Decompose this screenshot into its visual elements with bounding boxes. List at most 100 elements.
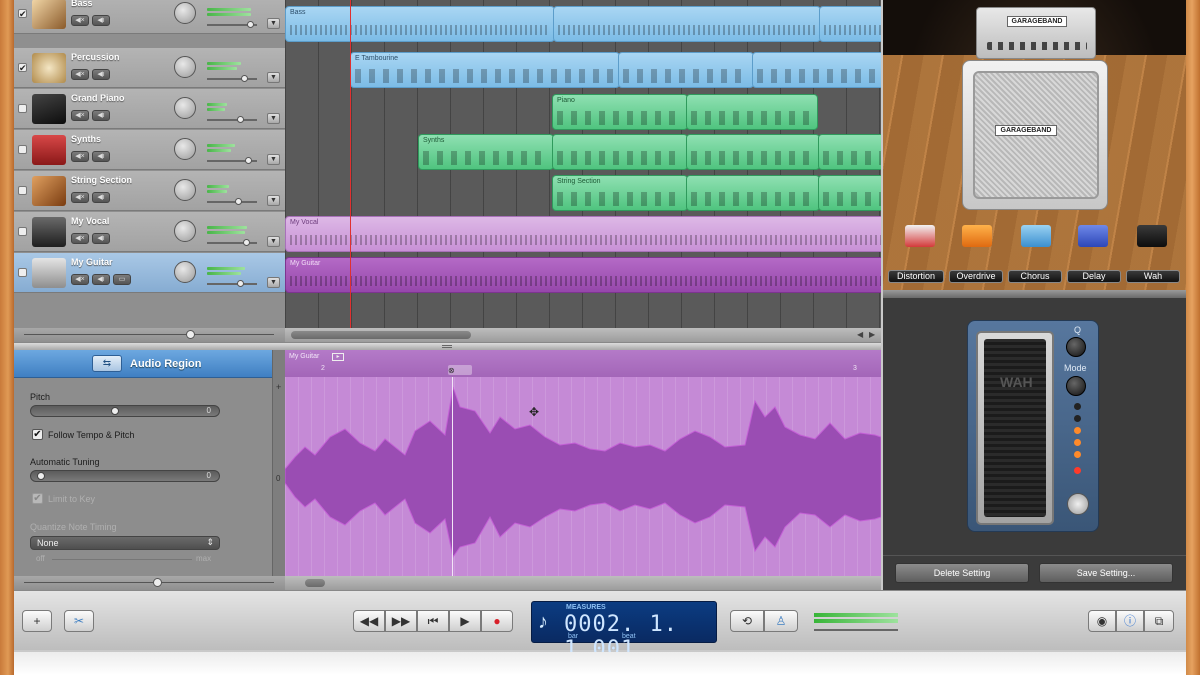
pitch-slider[interactable]: 0 bbox=[30, 405, 220, 417]
region-bass[interactable] bbox=[819, 6, 881, 42]
region-synths[interactable] bbox=[686, 134, 820, 170]
region-bass[interactable]: Bass bbox=[285, 6, 555, 42]
pan-knob[interactable] bbox=[174, 179, 196, 201]
track-header-bass[interactable]: ✔ Bass ◀× ◀ı ▼ bbox=[14, 0, 285, 34]
track-header-synths[interactable]: Synths ◀× ◀ı ▼ bbox=[14, 130, 285, 170]
track-header-my-guitar[interactable]: My Guitar ◀× ◀ı ▭ ▼ bbox=[14, 253, 285, 293]
volume-knob[interactable] bbox=[245, 157, 252, 164]
pan-knob[interactable] bbox=[174, 138, 196, 160]
waveform-editor-icon[interactable]: ⇆ bbox=[92, 355, 122, 372]
timeline-scrollbar[interactable]: ◀ ▶ bbox=[285, 328, 881, 342]
region-strings[interactable] bbox=[686, 175, 820, 211]
track-checkbox[interactable] bbox=[18, 227, 27, 236]
mode-knob[interactable] bbox=[1066, 376, 1086, 396]
region-guitar[interactable]: My Guitar bbox=[285, 257, 881, 293]
solo-button[interactable]: ◀ı bbox=[92, 69, 110, 80]
zoom-slider[interactable] bbox=[14, 328, 285, 342]
solo-button[interactable]: ◀ı bbox=[92, 274, 110, 285]
waveform-editor[interactable]: My Guitar ▸ 2 ⊗ 3 ✥ bbox=[285, 350, 881, 576]
track-header-percussion[interactable]: ✔ Percussion ◀× ◀ı ▼ bbox=[14, 48, 285, 88]
quantize-strength-slider[interactable] bbox=[52, 559, 192, 560]
track-header-grand-piano[interactable]: Grand Piano ◀× ◀ı ▼ bbox=[14, 89, 285, 129]
pedal-label-delay[interactable]: Delay bbox=[1067, 270, 1121, 283]
go-to-start-button[interactable]: ⏮ bbox=[417, 610, 449, 632]
cycle-button[interactable]: ⟲ bbox=[730, 610, 764, 632]
add-track-button[interactable]: + bbox=[22, 610, 52, 632]
q-knob[interactable] bbox=[1066, 337, 1086, 357]
track-checkbox[interactable]: ✔ bbox=[18, 9, 27, 19]
pedal-chorus[interactable] bbox=[1018, 225, 1054, 265]
scroll-right-arrow[interactable]: ▶ bbox=[869, 330, 875, 339]
automation-arrow-button[interactable]: ▼ bbox=[267, 195, 280, 206]
amp-knobs[interactable] bbox=[987, 42, 1087, 50]
volume-slider[interactable] bbox=[207, 198, 257, 205]
region-tag-icon[interactable]: ▸ bbox=[332, 353, 344, 361]
zoom-knob[interactable] bbox=[153, 578, 162, 587]
automation-arrow-button[interactable]: ▼ bbox=[267, 18, 280, 29]
limit-to-key-checkbox[interactable]: ✔ bbox=[32, 493, 43, 504]
save-setting-button[interactable]: Save Setting... bbox=[1039, 563, 1173, 583]
pedal-label-distortion[interactable]: Distortion bbox=[888, 270, 944, 283]
rewind-button[interactable]: ◀◀ bbox=[353, 610, 385, 632]
track-header-my-vocal[interactable]: My Vocal ◀× ◀ı ▼ bbox=[14, 212, 285, 252]
editor-playhead[interactable] bbox=[452, 377, 453, 576]
track-header-string-section[interactable]: String Section ◀× ◀ı ▼ bbox=[14, 171, 285, 211]
amp-cabinet[interactable]: GARAGEBAND bbox=[962, 60, 1108, 210]
solo-button[interactable]: ◀ı bbox=[92, 233, 110, 244]
volume-slider[interactable] bbox=[207, 75, 257, 82]
wah-pedal[interactable]: WAH Q Mode bbox=[967, 320, 1099, 532]
volume-knob[interactable] bbox=[237, 116, 244, 123]
region-tambourine[interactable] bbox=[618, 52, 754, 88]
mute-button[interactable]: ◀× bbox=[71, 274, 89, 285]
tuner-button[interactable]: ♙ bbox=[764, 610, 798, 632]
delete-setting-button[interactable]: Delete Setting bbox=[895, 563, 1029, 583]
playhead[interactable] bbox=[350, 0, 351, 328]
volume-knob[interactable] bbox=[243, 239, 250, 246]
pedal-delay[interactable] bbox=[1075, 225, 1111, 265]
lock-button[interactable]: ▭ bbox=[113, 274, 131, 285]
volume-slider[interactable] bbox=[207, 157, 257, 164]
editor-splitter[interactable] bbox=[14, 342, 881, 350]
automatic-tuning-slider[interactable]: 0 bbox=[30, 470, 220, 482]
media-browser-icon[interactable]: ⧉ bbox=[1144, 610, 1174, 632]
master-volume-slider[interactable] bbox=[814, 629, 898, 631]
zoom-knob[interactable] bbox=[186, 330, 195, 339]
track-checkbox[interactable] bbox=[18, 186, 27, 195]
automation-arrow-button[interactable]: ▼ bbox=[267, 154, 280, 165]
solo-button[interactable]: ◀ı bbox=[92, 151, 110, 162]
record-button[interactable]: ● bbox=[481, 610, 513, 632]
volume-knob[interactable] bbox=[241, 75, 248, 82]
scroll-thumb[interactable] bbox=[305, 579, 325, 587]
region-strings[interactable]: String Section bbox=[552, 175, 688, 211]
pedal-label-wah[interactable]: Wah bbox=[1126, 270, 1180, 283]
pan-knob[interactable] bbox=[174, 261, 196, 283]
scroll-thumb[interactable] bbox=[291, 331, 471, 339]
splitter-grip[interactable] bbox=[442, 345, 452, 348]
volume-knob[interactable] bbox=[235, 198, 242, 205]
eye-icon[interactable]: ◉ bbox=[1088, 610, 1116, 632]
mute-button[interactable]: ◀× bbox=[71, 110, 89, 121]
mute-button[interactable]: ◀× bbox=[71, 151, 89, 162]
track-checkbox[interactable] bbox=[18, 104, 27, 113]
volume-slider[interactable] bbox=[207, 280, 257, 287]
waveform-scrollbar[interactable] bbox=[285, 576, 881, 590]
info-icon[interactable]: ⓘ bbox=[1116, 610, 1144, 632]
arrange-timeline[interactable]: Bass E Tambourine Piano Synths String Se… bbox=[285, 0, 881, 328]
editor-toggle-button[interactable]: ✂ bbox=[64, 610, 94, 632]
lcd-display[interactable]: ♪ MEASURES 0002. 1. 1.001 bar beat bbox=[531, 601, 717, 660]
footswitch[interactable] bbox=[1067, 493, 1089, 515]
mute-button[interactable]: ◀× bbox=[71, 15, 89, 26]
pan-knob[interactable] bbox=[174, 2, 196, 24]
close-marker-icon[interactable]: ⊗ bbox=[448, 366, 455, 375]
solo-button[interactable]: ◀ı bbox=[92, 110, 110, 121]
region-piano[interactable] bbox=[686, 94, 818, 130]
region-strings[interactable] bbox=[818, 175, 881, 211]
automation-arrow-button[interactable]: ▼ bbox=[267, 72, 280, 83]
solo-button[interactable]: ◀ı bbox=[92, 192, 110, 203]
region-synths[interactable] bbox=[552, 134, 688, 170]
region-vocal[interactable]: My Vocal bbox=[285, 216, 881, 252]
follow-tempo-checkbox[interactable]: ✔ bbox=[32, 429, 43, 440]
automation-arrow-button[interactable]: ▼ bbox=[267, 113, 280, 124]
play-button[interactable]: ▶ bbox=[449, 610, 481, 632]
pitch-knob[interactable] bbox=[111, 407, 119, 415]
